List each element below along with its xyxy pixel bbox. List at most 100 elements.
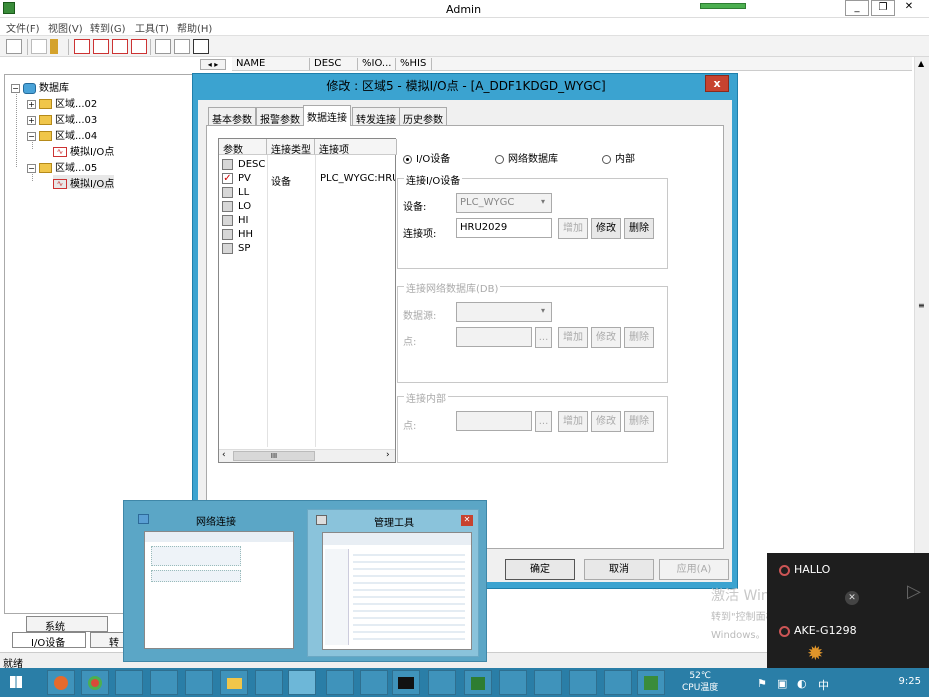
- copy-doc-icon[interactable]: [155, 39, 171, 54]
- preview-admin-tools[interactable]: 管理工具 ✕: [307, 509, 479, 657]
- io-add-button[interactable]: 增加: [558, 218, 588, 239]
- collapse-icon[interactable]: −: [11, 83, 20, 93]
- binoculars-icon[interactable]: [193, 39, 209, 54]
- taskbar-app-16[interactable]: [569, 670, 597, 695]
- device-select[interactable]: PLC_WYGC ▾: [456, 193, 552, 213]
- param-checkbox[interactable]: [222, 215, 233, 226]
- menu-help[interactable]: 帮助(H): [177, 20, 212, 35]
- list-horizontal-scrollbar[interactable]: ‹ III ›: [219, 449, 395, 462]
- radio-io-device[interactable]: I/O设备: [403, 150, 450, 165]
- param-checkbox[interactable]: [222, 229, 233, 240]
- list-item[interactable]: ✓ PV 设备 PLC_WYGC:HRU2: [219, 172, 395, 188]
- io-delete-button[interactable]: 删除: [624, 218, 654, 239]
- tray-flag-icon[interactable]: ⚑: [757, 677, 767, 690]
- internal-delete-button[interactable]: 删除: [624, 411, 654, 432]
- tree-item-analog-io-04[interactable]: ∿ 模拟I/O点: [53, 143, 114, 158]
- menu-tools[interactable]: 工具(T): [135, 20, 169, 35]
- apply-button[interactable]: 应用(A): [659, 559, 729, 580]
- list-item[interactable]: DESC: [219, 158, 395, 172]
- taskbar-app-15[interactable]: [534, 670, 562, 695]
- db-point-field[interactable]: [456, 327, 532, 347]
- tree-root[interactable]: − 数据库: [11, 79, 69, 94]
- param-checkbox[interactable]: [222, 201, 233, 212]
- data-source-select[interactable]: ▾: [456, 302, 552, 322]
- taskbar-explorer[interactable]: [220, 670, 248, 695]
- tree-item-area05[interactable]: − 区域...05: [27, 159, 97, 174]
- param-checkbox[interactable]: [222, 159, 233, 170]
- taskbar-app-13[interactable]: [464, 670, 492, 695]
- play-icon[interactable]: ▷: [907, 581, 921, 602]
- scroll-grip[interactable]: ≡: [918, 301, 925, 310]
- scroll-right-arrow[interactable]: ›: [386, 450, 390, 460]
- notification-hallo[interactable]: HALLO: [779, 563, 830, 576]
- internal-add-button[interactable]: 增加: [558, 411, 588, 432]
- db-modify-button[interactable]: 修改: [591, 327, 621, 348]
- taskbar-app-4[interactable]: [150, 670, 178, 695]
- notification-ake[interactable]: AKE-G1298: [779, 624, 857, 637]
- add-point-icon[interactable]: [74, 39, 90, 54]
- internal-browse-button[interactable]: ...: [535, 411, 552, 432]
- menu-file[interactable]: 文件(F): [6, 20, 40, 35]
- tab-io-device[interactable]: I/O设备: [12, 632, 86, 649]
- delete-point-icon[interactable]: [112, 39, 128, 54]
- tab-alarm-params[interactable]: 报警参数: [256, 107, 304, 126]
- link-point-icon[interactable]: [131, 39, 147, 54]
- tree-item-area02[interactable]: + 区域...02: [27, 95, 97, 110]
- internal-point-field[interactable]: [456, 411, 532, 431]
- col-io[interactable]: %IO...: [358, 58, 396, 70]
- col-his[interactable]: %HIS: [396, 58, 432, 70]
- taskbar-app-5[interactable]: [185, 670, 213, 695]
- param-checkbox[interactable]: [222, 243, 233, 254]
- scroll-left-arrow[interactable]: ‹: [222, 450, 226, 460]
- minimize-button[interactable]: _: [845, 0, 869, 16]
- paste-icon[interactable]: [174, 39, 190, 54]
- expand-icon[interactable]: +: [27, 99, 36, 109]
- db-add-button[interactable]: 增加: [558, 327, 588, 348]
- taskbar-app-3[interactable]: [115, 670, 143, 695]
- close-button[interactable]: ✕: [897, 0, 921, 16]
- db-delete-button[interactable]: 删除: [624, 327, 654, 348]
- tab-forward-connection[interactable]: 转发连接: [352, 107, 400, 126]
- connection-item-field[interactable]: HRU2029: [456, 218, 552, 238]
- radio-internal[interactable]: 内部: [602, 150, 635, 165]
- radio-network-db[interactable]: 网络数据库: [495, 150, 558, 165]
- ok-button[interactable]: 确定: [505, 559, 575, 580]
- menu-goto[interactable]: 转到(G): [90, 20, 126, 35]
- col-desc[interactable]: DESC: [310, 58, 358, 70]
- taskbar-app-18[interactable]: [637, 670, 665, 695]
- taskbar-app-10[interactable]: [360, 670, 388, 695]
- tab-forward[interactable]: 转: [90, 632, 124, 649]
- taskbar-cmd[interactable]: [392, 670, 420, 695]
- panel-scroll-arrows[interactable]: ◂ ▸: [200, 59, 226, 70]
- list-header-param[interactable]: 参数: [219, 139, 267, 156]
- tray-network-icon[interactable]: ▣: [777, 677, 787, 690]
- tray-volume-icon[interactable]: ◐: [797, 677, 807, 690]
- scroll-up-arrow[interactable]: ▲: [918, 59, 924, 68]
- taskbar-app-9[interactable]: [326, 670, 354, 695]
- taskbar-app-12[interactable]: [428, 670, 456, 695]
- expand-icon[interactable]: +: [27, 115, 36, 125]
- tree-item-area04[interactable]: − 区域...04: [27, 127, 97, 142]
- notification-close-icon[interactable]: ✕: [845, 591, 859, 605]
- param-checkbox-checked[interactable]: ✓: [222, 173, 233, 184]
- list-header-item[interactable]: 连接项: [315, 139, 397, 156]
- list-item[interactable]: SP: [219, 242, 395, 256]
- collapse-icon[interactable]: −: [27, 131, 36, 141]
- scroll-thumb[interactable]: III: [233, 451, 315, 461]
- tab-system[interactable]: 系统: [26, 616, 108, 633]
- taskbar-admin-tools[interactable]: [288, 670, 316, 695]
- list-item[interactable]: HH: [219, 228, 395, 242]
- properties-icon[interactable]: [6, 39, 22, 54]
- tree-item-analog-io-05[interactable]: ∿ 模拟I/O点: [53, 175, 115, 190]
- internal-modify-button[interactable]: 修改: [591, 411, 621, 432]
- db-browse-button[interactable]: ...: [535, 327, 552, 348]
- tab-data-connection[interactable]: 数据连接: [303, 105, 351, 126]
- col-name[interactable]: NAME: [232, 58, 310, 70]
- tray-ime-icon[interactable]: 中: [818, 677, 829, 693]
- key-icon[interactable]: [50, 39, 58, 54]
- start-button[interactable]: [4, 670, 32, 695]
- copy-icon[interactable]: [31, 39, 47, 54]
- taskbar-app-17[interactable]: [604, 670, 632, 695]
- collapse-icon[interactable]: −: [27, 163, 36, 173]
- tab-history-params[interactable]: 历史参数: [399, 107, 447, 126]
